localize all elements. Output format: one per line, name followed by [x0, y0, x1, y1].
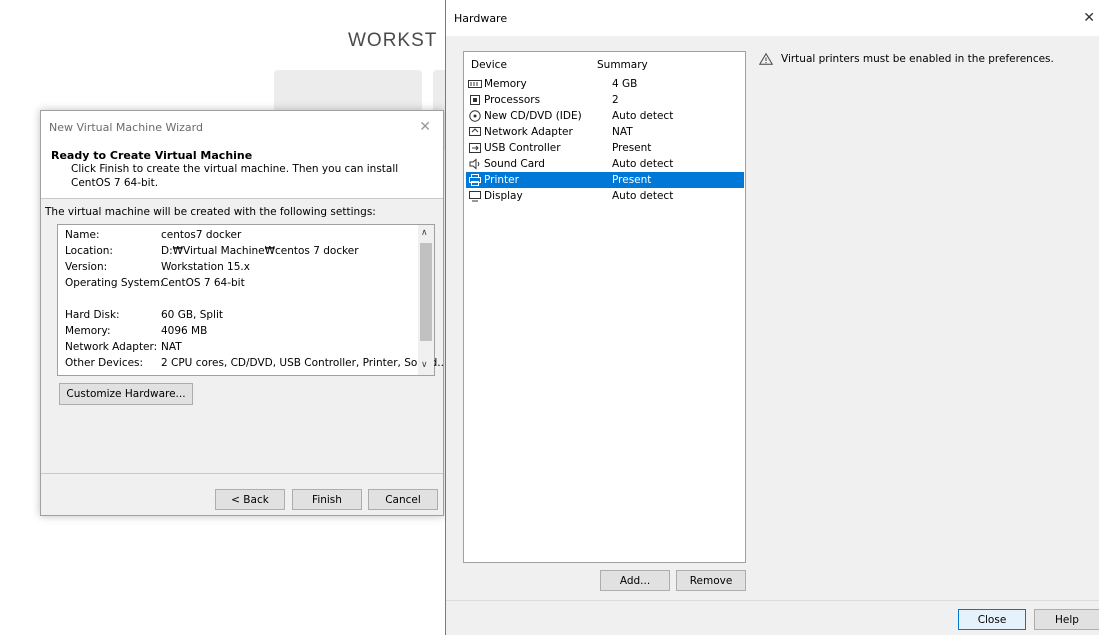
device-name: Display — [484, 190, 523, 202]
setting-key: Version: — [65, 261, 108, 273]
scrollbar-thumb[interactable] — [420, 243, 432, 341]
device-summary: Auto detect — [612, 158, 674, 170]
setting-key: Network Adapter: — [65, 341, 158, 353]
scroll-up-icon[interactable]: ∧ — [421, 228, 428, 238]
hardware-close-icon[interactable]: ✕ — [1083, 10, 1095, 26]
setting-key: Name: — [65, 229, 100, 241]
back-button[interactable]: < Back — [215, 489, 285, 510]
setting-value: CentOS 7 64-bit — [161, 277, 245, 289]
setting-row: Other Devices: 2 CPU cores, CD/DVD, USB C… — [65, 357, 447, 369]
device-summary: 2 — [612, 94, 619, 106]
setting-value: D:₩Virtual Machine₩centos 7 docker — [161, 245, 359, 257]
setting-row: Name: centos7 docker — [65, 229, 241, 241]
wizard-footer-divider — [41, 473, 443, 474]
device-row-display[interactable]: Display Auto detect — [466, 188, 744, 204]
device-name: Sound Card — [484, 158, 545, 170]
new-vm-wizard-dialog: New Virtual Machine Wizard ✕ Ready to Cr… — [40, 110, 447, 516]
wizard-header-title: Ready to Create Virtual Machine — [51, 149, 253, 162]
setting-value: 2 CPU cores, CD/DVD, USB Controller, Pri… — [161, 357, 448, 369]
setting-value: 4096 MB — [161, 325, 208, 337]
setting-value: 60 GB, Split — [161, 309, 223, 321]
device-summary: NAT — [612, 126, 633, 138]
hardware-footer-divider — [446, 600, 1099, 601]
setting-row: Hard Disk: 60 GB, Split — [65, 309, 223, 321]
device-list[interactable]: Device Summary Memory 4 GB Processors 2 … — [463, 51, 746, 563]
setting-key: Memory: — [65, 325, 111, 337]
remove-device-button[interactable]: Remove — [676, 570, 746, 591]
hardware-dialog: Hardware ✕ Device Summary Memory 4 GB Pr… — [445, 0, 1099, 635]
printer-icon — [468, 174, 482, 186]
device-summary: Present — [612, 174, 652, 186]
device-name: Memory — [484, 78, 527, 90]
cd-dvd-icon — [468, 110, 482, 122]
setting-key: Operating System: — [65, 277, 164, 289]
setting-value: Workstation 15.x — [161, 261, 250, 273]
device-name: USB Controller — [484, 142, 561, 154]
device-row-memory[interactable]: Memory 4 GB — [466, 76, 744, 92]
setting-key: Location: — [65, 245, 113, 257]
wizard-intro-text: The virtual machine will be created with… — [45, 206, 376, 218]
device-row-printer[interactable]: Printer Present — [466, 172, 744, 188]
wizard-title: New Virtual Machine Wizard — [49, 120, 203, 134]
customize-hardware-button[interactable]: Customize Hardware... — [59, 383, 193, 405]
setting-row: Memory: 4096 MB — [65, 325, 207, 337]
finish-button[interactable]: Finish — [292, 489, 362, 510]
setting-row: Network Adapter: NAT — [65, 341, 182, 353]
speaker-icon — [468, 158, 482, 170]
hardware-title: Hardware — [454, 11, 508, 25]
hardware-titlebar: Hardware ✕ — [446, 0, 1099, 36]
scroll-down-icon[interactable]: ∨ — [421, 360, 428, 370]
processor-icon — [468, 94, 482, 106]
cancel-button[interactable]: Cancel — [368, 489, 438, 510]
device-summary: Auto detect — [612, 110, 674, 122]
usb-icon — [468, 142, 482, 154]
warning-icon — [758, 52, 774, 65]
printer-warning: Virtual printers must be enabled in the … — [758, 52, 1054, 65]
setting-row: Operating System:CentOS 7 64-bit — [65, 277, 245, 289]
device-name: Network Adapter — [484, 126, 573, 138]
device-name: Printer — [484, 174, 519, 186]
setting-key: Other Devices: — [65, 357, 144, 369]
device-row-cd-dvd[interactable]: New CD/DVD (IDE) Auto detect — [466, 108, 744, 124]
device-name: New CD/DVD (IDE) — [484, 110, 582, 122]
setting-value: centos7 docker — [161, 229, 242, 241]
setting-value: NAT — [161, 341, 182, 353]
device-summary: Auto detect — [612, 190, 674, 202]
device-name: Processors — [484, 94, 541, 106]
add-device-button[interactable]: Add... — [600, 570, 670, 591]
wizard-header-description: Click Finish to create the virtual machi… — [71, 163, 399, 189]
network-adapter-icon — [468, 126, 482, 138]
device-row-processors[interactable]: Processors 2 — [466, 92, 744, 108]
device-row-usb-controller[interactable]: USB Controller Present — [466, 140, 744, 156]
settings-summary-box[interactable]: Name: centos7 docker Location: D:₩Virtual … — [57, 224, 447, 376]
device-summary: 4 GB — [612, 78, 638, 90]
memory-icon — [468, 78, 482, 90]
warning-text: Virtual printers must be enabled in the … — [781, 53, 1054, 65]
background-title: WORKST — [348, 30, 438, 51]
device-row-sound-card[interactable]: Sound Card Auto detect — [466, 156, 744, 172]
column-header-device[interactable]: Device — [471, 59, 507, 71]
setting-row: Version: Workstation 15.x — [65, 261, 250, 273]
wizard-header: Ready to Create Virtual Machine Click Fi… — [41, 143, 443, 199]
column-header-summary[interactable]: Summary — [597, 59, 648, 71]
wizard-close-icon[interactable]: ✕ — [419, 119, 431, 135]
wizard-titlebar: New Virtual Machine Wizard ✕ — [41, 111, 443, 143]
setting-row: Location: D:₩Virtual Machine₩centos 7 doc… — [65, 245, 359, 257]
device-row-network-adapter[interactable]: Network Adapter NAT — [466, 124, 744, 140]
settings-scrollbar[interactable]: ∧ ∨ — [418, 225, 434, 375]
setting-key: Hard Disk: — [65, 309, 120, 321]
help-button[interactable]: Help — [1034, 609, 1099, 630]
close-button[interactable]: Close — [958, 609, 1026, 630]
device-summary: Present — [612, 142, 652, 154]
display-icon — [468, 190, 482, 202]
